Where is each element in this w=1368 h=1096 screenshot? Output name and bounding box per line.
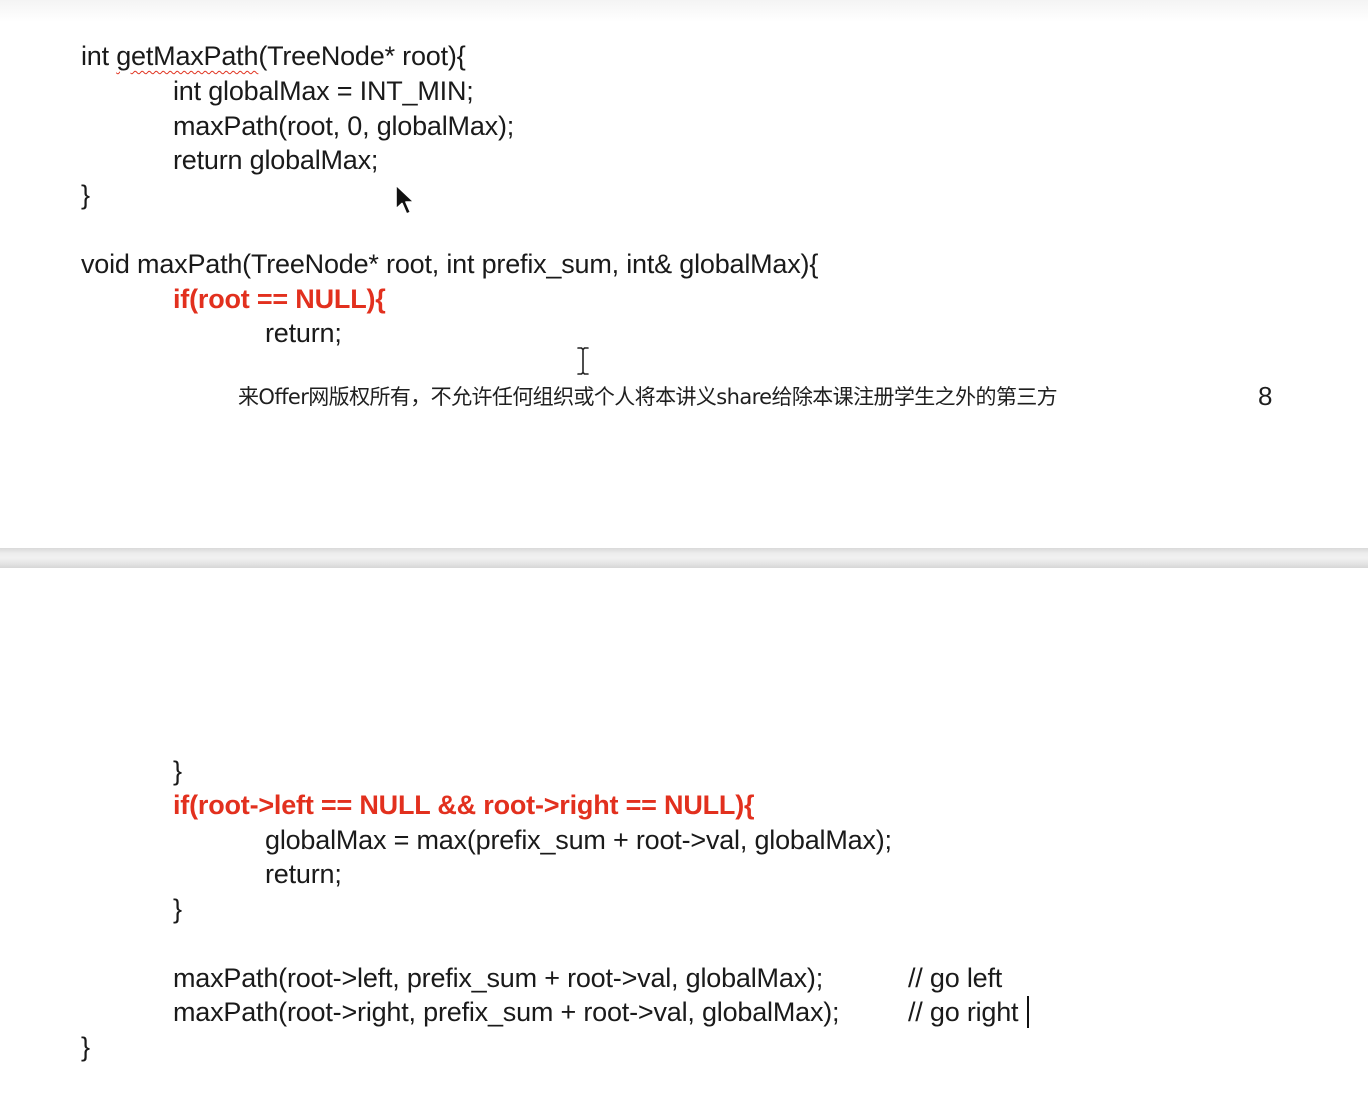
text-ibeam-cursor-icon — [576, 346, 590, 376]
code-line-maxpath-signature[interactable]: void maxPath(TreeNode* root, int prefix_… — [81, 248, 818, 280]
code-line-return-globalmax[interactable]: return globalMax; — [173, 144, 378, 176]
page-separator — [0, 548, 1368, 568]
page-number: 8 — [1258, 381, 1273, 411]
code-token-params: (TreeNode* root){ — [258, 41, 466, 71]
code-line-recurse-left[interactable]: maxPath(root->left, prefix_sum + root->v… — [173, 962, 823, 994]
code-line-globalmax-init[interactable]: int globalMax = INT_MIN; — [173, 75, 474, 107]
code-line-getmaxpath-signature[interactable]: int getMaxPath(TreeNode* root){ — [81, 40, 466, 72]
mouse-pointer-arrow-icon — [395, 184, 415, 215]
code-comment-go-right[interactable]: // go right — [908, 996, 1019, 1028]
code-line-leaf-check-highlighted[interactable]: if(root->left == NULL && root->right == … — [173, 789, 755, 821]
code-line-function-closing-brace[interactable]: } — [81, 1031, 90, 1063]
code-line-maxpath-call[interactable]: maxPath(root, 0, globalMax); — [173, 110, 514, 142]
code-line-return[interactable]: return; — [265, 317, 342, 349]
code-token-keyword: int — [81, 41, 117, 71]
code-line-closing-brace-if[interactable]: } — [173, 755, 182, 787]
slide-page-8: int getMaxPath(TreeNode* root){ int glob… — [0, 0, 1368, 548]
code-line-return[interactable]: return; — [265, 858, 342, 890]
code-line-closing-brace-leaf[interactable]: } — [173, 893, 182, 925]
code-line-null-check-highlighted[interactable]: if(root == NULL){ — [173, 283, 386, 315]
code-line-recurse-right[interactable]: maxPath(root->right, prefix_sum + root->… — [173, 996, 840, 1028]
misspelled-function-name[interactable]: getMaxPath — [116, 41, 258, 71]
text-caret — [1027, 996, 1029, 1028]
code-comment-go-left[interactable]: // go left — [908, 962, 1002, 994]
code-line-closing-brace[interactable]: } — [81, 179, 90, 211]
code-line-update-globalmax[interactable]: globalMax = max(prefix_sum + root->val, … — [265, 824, 892, 856]
copyright-footer-note: 来Offer网版权所有，不允许任何组织或个人将本讲义share给除本课注册学生之… — [238, 385, 1058, 409]
